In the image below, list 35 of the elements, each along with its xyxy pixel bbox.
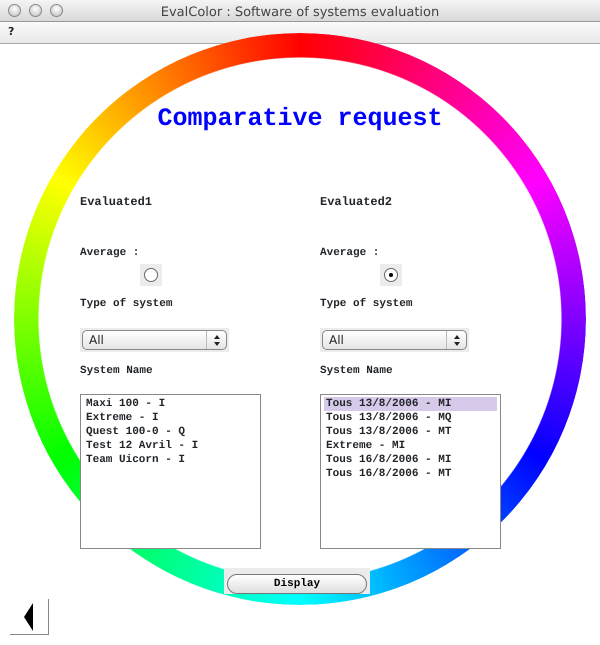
list-item[interactable]: Tous 13/8/2006 - MQ xyxy=(324,411,497,425)
radio-button[interactable] xyxy=(144,268,158,282)
zoom-button[interactable] xyxy=(50,4,63,17)
type-dropdown[interactable]: All xyxy=(82,330,227,350)
field-label: Average : xyxy=(80,246,140,260)
list-item[interactable]: Tous 16/8/2006 - MT xyxy=(324,467,497,481)
field-label: Type of system xyxy=(320,297,412,311)
close-button[interactable] xyxy=(8,4,21,17)
list-item[interactable]: Quest 100-0 - Q xyxy=(84,425,257,439)
radio-button[interactable] xyxy=(384,268,398,282)
minimize-button[interactable] xyxy=(29,4,42,17)
page-title: Comparative request xyxy=(157,104,443,133)
window-title: EvalColor : Software of systems evaluation xyxy=(160,4,440,20)
column-heading: Evaluated1 xyxy=(80,195,152,209)
type-dropdown[interactable]: All xyxy=(322,330,467,350)
field-label: Type of system xyxy=(80,297,172,311)
list-item[interactable]: Test 12 Avril - I xyxy=(84,439,257,453)
list-item[interactable]: Team Uicorn - I xyxy=(84,453,257,467)
list-item[interactable]: Maxi 100 - I xyxy=(84,397,257,411)
list-box[interactable]: Maxi 100 - I Extreme - I Quest 100-0 - Q Test 12 Avril - I Team Uicorn - I xyxy=(80,394,261,549)
list-item[interactable]: Tous 13/8/2006 - MI xyxy=(324,397,497,411)
list-box[interactable]: Tous 13/8/2006 - MI Tous 13/8/2006 - MQ Tous 13/8/2006 - MT Extreme - MI Tous 16/8/2006 - MI Tous 16/8/2006 - MT xyxy=(320,394,501,549)
field-label: System Name xyxy=(80,364,153,378)
list-item[interactable]: Extreme - MI xyxy=(324,439,497,453)
display-button[interactable]: Display xyxy=(227,574,367,594)
list-item[interactable]: Extreme - I xyxy=(84,411,257,425)
list-item[interactable]: Tous 13/8/2006 - MT xyxy=(324,425,497,439)
field-label: Average : xyxy=(320,246,380,260)
field-label: System Name xyxy=(320,364,393,378)
list-item[interactable]: Tous 16/8/2006 - MI xyxy=(324,453,497,467)
menu-item[interactable]: ? xyxy=(4,24,18,41)
column-heading: Evaluated2 xyxy=(320,195,392,209)
up-down-arrows-icon xyxy=(454,334,460,346)
up-down-arrows-icon xyxy=(214,334,220,346)
left-triangle-icon xyxy=(24,602,34,630)
